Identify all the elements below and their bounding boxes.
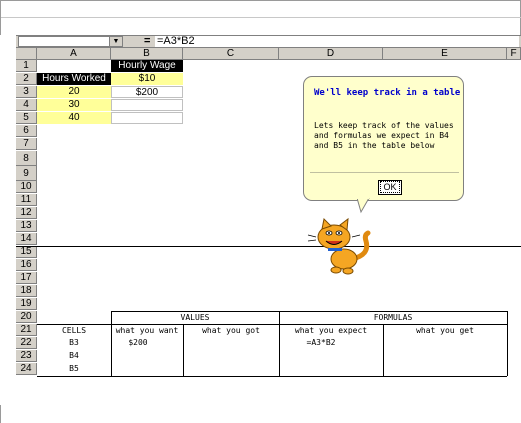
cell-b2[interactable]: $10 (111, 73, 183, 85)
assistant-balloon: We'll keep track in a table Lets keep tr… (303, 76, 464, 201)
dropdown-arrow-icon[interactable]: ▼ (109, 36, 123, 47)
row-header-17[interactable]: 17 (16, 272, 37, 284)
table-row-cell[interactable]: B3 (37, 337, 111, 349)
ok-label: OK (380, 181, 400, 193)
row-header-10[interactable]: 10 (16, 181, 37, 193)
row-header-12[interactable]: 12 (16, 207, 37, 219)
formulas-header[interactable]: FORMULAS (279, 312, 507, 324)
expect-header[interactable]: what you expect (279, 325, 383, 337)
cell-a4[interactable]: 30 (37, 99, 111, 111)
row-header-11[interactable]: 11 (16, 194, 37, 206)
pane-divider (16, 246, 521, 247)
balloon-tail (357, 198, 370, 214)
cell-b1[interactable]: Hourly Wage (111, 60, 183, 72)
cell-a2[interactable]: Hours Worked (37, 73, 111, 85)
name-box[interactable] (18, 36, 111, 47)
balloon-body: Lets keep track of the values and formul… (314, 121, 454, 150)
got-header[interactable]: what you got (183, 325, 279, 337)
row-header-20[interactable]: 20 (16, 311, 37, 323)
table-row-cell[interactable]: B5 (37, 363, 111, 375)
table-line (507, 311, 508, 376)
row-header-6[interactable]: 6 (16, 125, 37, 137)
row-header-8[interactable]: 8 (16, 151, 37, 166)
row-header-4[interactable]: 4 (16, 99, 37, 111)
row-header-18[interactable]: 18 (16, 285, 37, 297)
cell-b5[interactable] (111, 112, 183, 124)
column-header-a[interactable]: A (37, 48, 111, 60)
cell-a5[interactable]: 40 (37, 112, 111, 124)
row-header-14[interactable]: 14 (16, 233, 37, 245)
divider (310, 172, 459, 173)
row-header-1[interactable]: 1 (16, 60, 37, 72)
row-header-19[interactable]: 19 (16, 298, 37, 310)
table-row-cell[interactable]: B4 (37, 350, 111, 362)
row-header-22[interactable]: 22 (16, 337, 37, 349)
column-header-d[interactable]: D (279, 48, 383, 60)
row-header-2[interactable]: 2 (16, 73, 37, 85)
column-header-f[interactable]: F (507, 48, 521, 60)
divider (1, 17, 521, 18)
formula-bar: ▼ = =A3*B2 (16, 35, 521, 48)
row-header-7[interactable]: 7 (16, 138, 37, 150)
table-line (37, 376, 507, 377)
bottom-blank-area (0, 405, 521, 423)
cell-b3[interactable]: $200 (111, 86, 183, 98)
equals-sign: = (144, 35, 151, 47)
row-header-16[interactable]: 16 (16, 259, 37, 271)
row-header-9[interactable]: 9 (16, 166, 37, 181)
row-header-13[interactable]: 13 (16, 220, 37, 232)
table-row-want[interactable]: $200 (113, 337, 163, 349)
ok-button[interactable]: OK (378, 180, 402, 195)
row-header-23[interactable]: 23 (16, 350, 37, 362)
cell-b4[interactable] (111, 99, 183, 111)
cell-a3[interactable]: 20 (37, 86, 111, 98)
balloon-title: We'll keep track in a table (314, 88, 461, 98)
column-header-e[interactable]: E (383, 48, 507, 60)
want-header[interactable]: what you want (111, 325, 183, 337)
row-header-21[interactable]: 21 (16, 324, 37, 336)
column-header-c[interactable]: C (183, 48, 279, 60)
row-header-5[interactable]: 5 (16, 112, 37, 124)
table-row-expect[interactable]: =A3*B2 (286, 337, 356, 349)
cells-header[interactable]: CELLS (37, 325, 111, 337)
formula-input[interactable]: =A3*B2 (155, 36, 519, 47)
row-header-15[interactable]: 15 (16, 246, 37, 258)
get-header[interactable]: what you get (383, 325, 507, 337)
row-header-3[interactable]: 3 (16, 86, 37, 98)
top-blank-area (0, 0, 521, 35)
column-header-b[interactable]: B (111, 48, 183, 60)
office-assistant-cat-icon[interactable] (304, 215, 376, 277)
select-all-corner[interactable] (16, 48, 37, 60)
row-header-24[interactable]: 24 (16, 363, 37, 375)
values-header[interactable]: VALUES (111, 312, 279, 324)
